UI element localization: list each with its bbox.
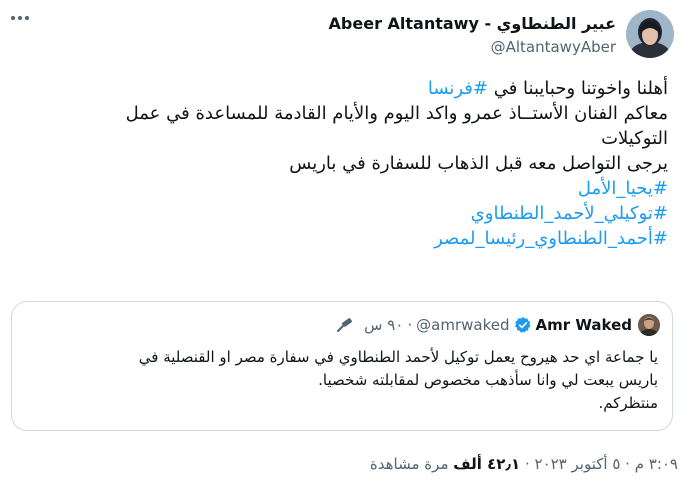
tweet-line-1-text: أهلنا واخوتنا وحبايبنا في (488, 78, 668, 99)
tweet-line-4: يرجى التواصل معه قبل الذهاب للسفارة في ب… (289, 153, 668, 174)
author-handle[interactable]: @AltantawyAber (329, 37, 616, 57)
hashtag-link[interactable]: #أحمد_الطنطاوي_رئيسا_لمصر (48, 226, 668, 251)
quoted-tweet-text: يا جماعة اي حد هيروح يعمل توكيل لأحمد ال… (28, 346, 658, 415)
pin-icon (336, 317, 354, 333)
hashtag-link[interactable]: #يحيا_الأمل (48, 176, 668, 201)
quoted-tweet-handle[interactable]: @amrwaked (416, 316, 509, 334)
hashtag-link[interactable]: #توكيلي_لأحمد_الطنطاوي (48, 201, 668, 226)
meta-separator: · (620, 455, 635, 473)
meta-separator: · (520, 455, 535, 473)
quoted-tweet-header: ٩٠ س · @amrwaked Amr Waked (336, 314, 660, 336)
tweet-header: Abeer Altantawy - عبير الطنطاوي @Altanta… (329, 10, 674, 62)
quoted-tweet-line: يا جماعة اي حد هيروح يعمل توكيل لأحمد ال… (138, 348, 658, 366)
tweet-date[interactable]: ٥ أكتوبر ٢٠٢٣ (535, 455, 621, 473)
quoted-tweet-line: منتظركم. (598, 394, 658, 412)
quoted-tweet-author-name[interactable]: Amr Waked (536, 316, 632, 334)
quoted-tweet-time[interactable]: ٩٠ س (364, 316, 403, 334)
more-options-button[interactable] (10, 10, 34, 26)
tweet-meta: ٣:٠٩ م · ٥ أكتوبر ٢٠٢٣ · ٤٢٫١ ألف مرة مش… (370, 455, 678, 477)
quoted-tweet-separator: · (407, 316, 413, 334)
views-label: مرة مشاهدة (369, 455, 454, 473)
tweet-time[interactable]: ٣:٠٩ م (635, 455, 678, 473)
quoted-tweet[interactable]: ٩٠ س · @amrwaked Amr Waked يا جماعة اي ح… (11, 301, 673, 431)
tweet-text: أهلنا واخوتنا وحبايبنا في #فرنسا معاكم ا… (48, 76, 668, 251)
tweet-line-1: أهلنا واخوتنا وحبايبنا في #فرنسا (48, 76, 668, 101)
tweet-line-2: معاكم الفنان الأستــاذ عمرو واكد اليوم و… (125, 103, 668, 124)
author-names: Abeer Altantawy - عبير الطنطاوي @Altanta… (329, 10, 616, 57)
tweet-line-3: التوكيلات (601, 128, 668, 149)
author-display-name[interactable]: Abeer Altantawy - عبير الطنطاوي (329, 14, 616, 34)
more-icon (10, 5, 30, 26)
author-avatar[interactable] (626, 10, 674, 58)
quoted-tweet-avatar[interactable] (638, 314, 660, 336)
hashtag-france[interactable]: #فرنسا (428, 78, 488, 99)
verified-badge-icon (514, 316, 532, 334)
quoted-tweet-line: باريس يبعت لي وانا سأذهب مخصوص لمقابلته … (318, 371, 658, 389)
views-count: ٤٢٫١ ألف (453, 455, 521, 473)
